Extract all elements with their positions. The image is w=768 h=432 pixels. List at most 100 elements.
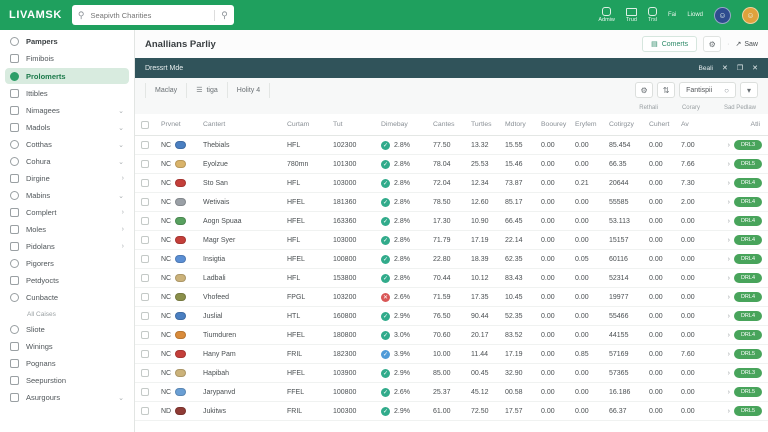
row-checkbox[interactable] <box>141 350 149 358</box>
column-header-cantert[interactable]: Cantert <box>203 121 287 128</box>
nav-admin[interactable]: Admiw <box>598 7 615 23</box>
sort-button[interactable]: ⇅ <box>657 82 676 98</box>
row-checkbox[interactable] <box>141 331 149 339</box>
row-expand-chevron-icon[interactable]: › <box>728 408 730 415</box>
status-badge[interactable]: DRL5 <box>733 406 762 416</box>
column-header-boourey[interactable]: Boourey <box>541 121 575 128</box>
nav-trust[interactable]: Trud <box>626 7 637 23</box>
sidebar-item-moles[interactable]: Moles › <box>0 221 134 238</box>
segment-holity[interactable]: Holity 4 <box>228 82 271 98</box>
maximize-icon[interactable]: ❐ <box>737 64 743 72</box>
sidebar-item-sliote[interactable]: Sliote <box>0 321 134 338</box>
sidebar-item-asurgours[interactable]: Asurgours ⌄ <box>0 389 134 406</box>
status-badge[interactable]: DRL3 <box>733 368 762 378</box>
row-checkbox[interactable] <box>141 236 149 244</box>
category-dropdown[interactable]: Fantispii ○ <box>679 82 736 98</box>
column-header-cotirgzy[interactable]: Cotirgzy <box>609 121 649 128</box>
row-checkbox[interactable] <box>141 369 149 377</box>
sidebar-item-petdyocts[interactable]: Petdyocts <box>0 272 134 289</box>
nav-text-liowd[interactable]: Liowd <box>687 12 703 18</box>
close-icon[interactable]: ✕ <box>722 64 728 72</box>
table-row[interactable]: NC Aogn Spuaa HFEL 163360 ✓ 2.8% 17.30 10.90 66.… <box>135 212 768 231</box>
row-expand-chevron-icon[interactable]: › <box>728 275 730 282</box>
table-row[interactable]: NC Magr Syer HFL 103000 ✓ 2.8% 71.79 17.19 22.14… <box>135 231 768 250</box>
avatar-notifications[interactable]: ☺ <box>714 6 731 24</box>
row-expand-chevron-icon[interactable]: › <box>728 351 730 358</box>
search-input[interactable] <box>88 9 211 21</box>
row-checkbox[interactable] <box>141 141 149 149</box>
comments-button[interactable]: ▤ Comerts <box>642 36 698 52</box>
status-badge[interactable]: DRL4 <box>733 311 762 321</box>
column-header-turtles[interactable]: Turtles <box>471 121 505 128</box>
row-expand-chevron-icon[interactable]: › <box>728 332 730 339</box>
row-expand-chevron-icon[interactable]: › <box>728 180 730 187</box>
select-all-checkbox[interactable] <box>141 120 149 129</box>
sidebar-item-pognans[interactable]: Pognans <box>0 355 134 372</box>
nav-person[interactable]: Trsl <box>647 7 657 23</box>
table-row[interactable]: NC Juslial HTL 160800 ✓ 2.9% 76.50 90.44 52.35 0.… <box>135 307 768 326</box>
row-checkbox[interactable] <box>141 160 149 168</box>
row-expand-chevron-icon[interactable]: › <box>728 313 730 320</box>
column-header-dimebay[interactable]: Dimebay <box>381 121 433 128</box>
status-badge[interactable]: DRL4 <box>733 292 762 302</box>
table-row[interactable]: NC Jarypanvd FFEL 100800 ✓ 2.6% 25.37 45.12 00.5… <box>135 383 768 402</box>
column-header-cantes[interactable]: Cantes <box>433 121 471 128</box>
row-expand-chevron-icon[interactable]: › <box>728 161 730 168</box>
save-button[interactable]: ↗ Saw <box>736 40 759 49</box>
table-row[interactable]: NC Hapibah HFEL 103900 ✓ 2.9% 85.00 00.45 32.90 0… <box>135 364 768 383</box>
row-checkbox[interactable] <box>141 293 149 301</box>
close-panel-icon[interactable]: ✕ <box>752 64 758 72</box>
filter-button[interactable]: ⚙ <box>635 82 654 98</box>
table-row[interactable]: NC Insigtia HFEL 100800 ✓ 2.8% 22.80 18.39 62.35… <box>135 250 768 269</box>
table-row[interactable]: NC Vhofeed FPGL 103200 ✕ 2.6% 71.59 17.35 10.45 0… <box>135 288 768 307</box>
table-row[interactable]: NC Sto San HFL 103000 ✓ 2.8% 72.04 12.34 73.87 0.… <box>135 174 768 193</box>
sidebar-item-pampers[interactable]: Pampers <box>0 33 134 50</box>
column-header-cuhert[interactable]: Cuhert <box>649 121 681 128</box>
column-header-av[interactable]: Av <box>681 121 713 128</box>
row-checkbox[interactable] <box>141 274 149 282</box>
sidebar-item-madols[interactable]: Madols ⌄ <box>0 119 134 136</box>
sidebar-item-cotthas[interactable]: Cotthas ⌄ <box>0 136 134 153</box>
sidebar-item-pigorers[interactable]: Pigorers <box>0 255 134 272</box>
row-checkbox[interactable] <box>141 217 149 225</box>
sidebar-item-mabins[interactable]: Mabins ⌄ <box>0 187 134 204</box>
segment-maclay[interactable]: Maclay <box>145 82 188 98</box>
status-badge[interactable]: DRL3 <box>733 140 762 150</box>
sidebar-item-seepurstion[interactable]: Seepurstion <box>0 372 134 389</box>
table-row[interactable]: NC Wetivais HFEL 181360 ✓ 2.8% 78.50 12.60 85.17… <box>135 193 768 212</box>
table-row[interactable]: NC Tiumduren HFEL 180800 ✓ 3.0% 70.60 20.17 83.5… <box>135 326 768 345</box>
sidebar-item-dirgine[interactable]: Dirgine › <box>0 170 134 187</box>
table-row[interactable]: NC Ladbali HFL 153800 ✓ 2.8% 70.44 10.12 83.43 0.… <box>135 269 768 288</box>
status-badge[interactable]: DRL5 <box>733 387 762 397</box>
row-checkbox[interactable] <box>141 179 149 187</box>
search-submit-icon[interactable]: ⚲ <box>214 9 228 21</box>
column-header-atli[interactable]: Atli <box>713 121 768 128</box>
status-badge[interactable]: DRL4 <box>733 197 762 207</box>
table-row[interactable]: ND Jukitws FRIL 100300 ✓ 2.9% 61.00 72.50 17.57 0… <box>135 402 768 421</box>
status-badge[interactable]: DRL5 <box>733 349 762 359</box>
row-expand-chevron-icon[interactable]: › <box>728 199 730 206</box>
column-header-eryfem[interactable]: Eryfem <box>575 121 609 128</box>
row-checkbox[interactable] <box>141 407 149 415</box>
table-row[interactable]: NC Thebials HFL 102300 ✓ 2.8% 77.50 13.32 15.55 0… <box>135 136 768 155</box>
row-checkbox[interactable] <box>141 255 149 263</box>
avatar-user[interactable]: ☺ <box>742 6 759 24</box>
row-checkbox[interactable] <box>141 388 149 396</box>
sidebar-item-pidolans[interactable]: Pidolans › <box>0 238 134 255</box>
settings-button[interactable]: ⚙ <box>703 36 722 52</box>
nav-text-fai[interactable]: Fai <box>668 12 676 18</box>
row-expand-chevron-icon[interactable]: › <box>728 218 730 225</box>
sidebar-item-winings[interactable]: Winings <box>0 338 134 355</box>
status-badge[interactable]: DRL5 <box>733 159 762 169</box>
table-row[interactable]: NC Eyolzue 780mn 101300 ✓ 2.8% 78.04 25.53 15.46… <box>135 155 768 174</box>
row-expand-chevron-icon[interactable]: › <box>728 370 730 377</box>
sidebar-item-nimagees[interactable]: Nimagees ⌄ <box>0 102 134 119</box>
status-badge[interactable]: DRL4 <box>733 235 762 245</box>
status-badge[interactable]: DRL4 <box>733 178 762 188</box>
more-dropdown-button[interactable]: ▾ <box>740 82 758 98</box>
column-header-prvnet[interactable]: Prvnet <box>161 121 203 128</box>
column-header-curtam[interactable]: Curtam <box>287 121 333 128</box>
row-expand-chevron-icon[interactable]: › <box>728 256 730 263</box>
row-expand-chevron-icon[interactable]: › <box>728 389 730 396</box>
status-badge[interactable]: DRL4 <box>733 273 762 283</box>
